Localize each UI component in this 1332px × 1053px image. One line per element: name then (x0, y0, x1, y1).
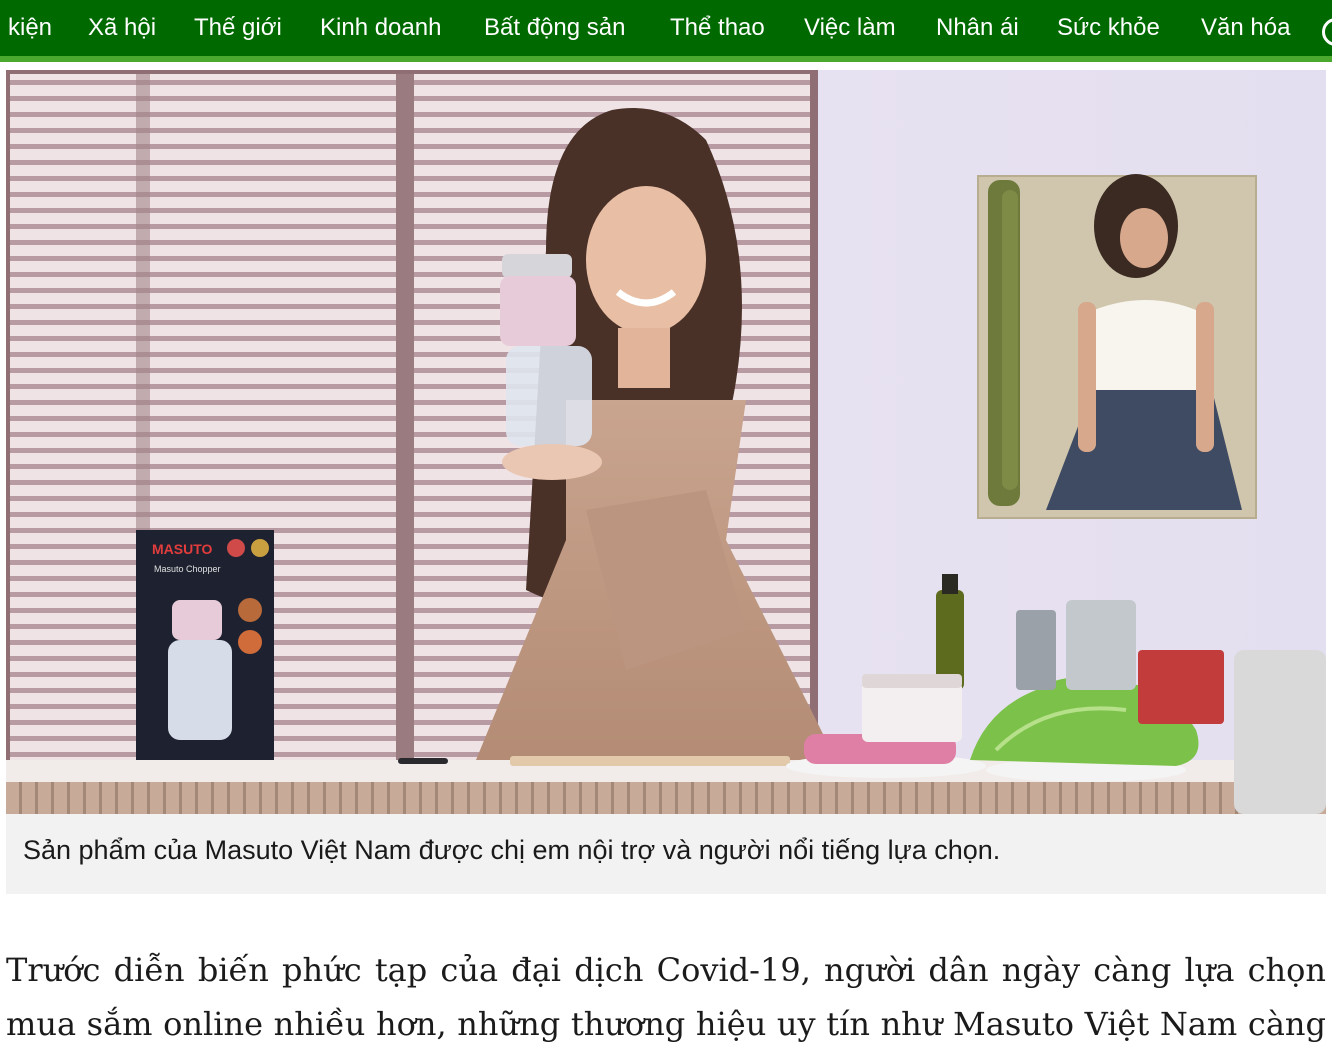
utensil-holder (1066, 600, 1136, 690)
chopper-lid (502, 254, 572, 278)
nav-item-van-hoa[interactable]: Văn hóa (1201, 12, 1290, 44)
article-line-2: mua sắm online nhiều hơn, những thương h… (6, 1005, 1326, 1043)
nav-item-kinh-doanh[interactable]: Kinh doanh (320, 12, 441, 44)
product-box-title: Masuto Chopper (154, 564, 221, 574)
top-navigation: kiện Xã hội Thế giới Kinh doanh Bất động… (0, 0, 1332, 62)
woman-face (586, 186, 706, 334)
nav-item-partial[interactable] (1322, 18, 1332, 46)
appliance (1234, 650, 1326, 814)
red-box (1138, 650, 1224, 724)
counter-front (6, 782, 1326, 814)
chopper-motor (500, 276, 576, 346)
chopper-bowl (506, 346, 592, 446)
article-figure: MASUTO Masuto Chopper Sản phẩm của Masut… (6, 70, 1326, 894)
article-body: Trước diễn biến phức tạp của đại dịch Co… (6, 943, 1326, 1051)
nav-item-xa-hoi[interactable]: Xã hội (88, 12, 156, 44)
nav-item-su-kien[interactable]: kiện (8, 12, 52, 44)
nav-item-bat-dong-san[interactable]: Bất động sản (484, 12, 625, 44)
article-photo: MASUTO Masuto Chopper (6, 70, 1326, 814)
nav-item-the-thao[interactable]: Thể thao (670, 12, 765, 44)
nav-item-the-gioi[interactable]: Thế giới (194, 12, 282, 44)
nav-item-suc-khoe[interactable]: Sức khỏe (1057, 12, 1160, 44)
photo-caption: Sản phẩm của Masuto Việt Nam được chị em… (23, 835, 1001, 865)
article-line-1: Trước diễn biến phức tạp của đại dịch Co… (6, 951, 1326, 989)
nav-item-viec-lam[interactable]: Việc làm (804, 12, 896, 44)
product-box-brand: MASUTO (152, 541, 213, 557)
nav-item-nhan-ai[interactable]: Nhân ái (936, 12, 1019, 44)
